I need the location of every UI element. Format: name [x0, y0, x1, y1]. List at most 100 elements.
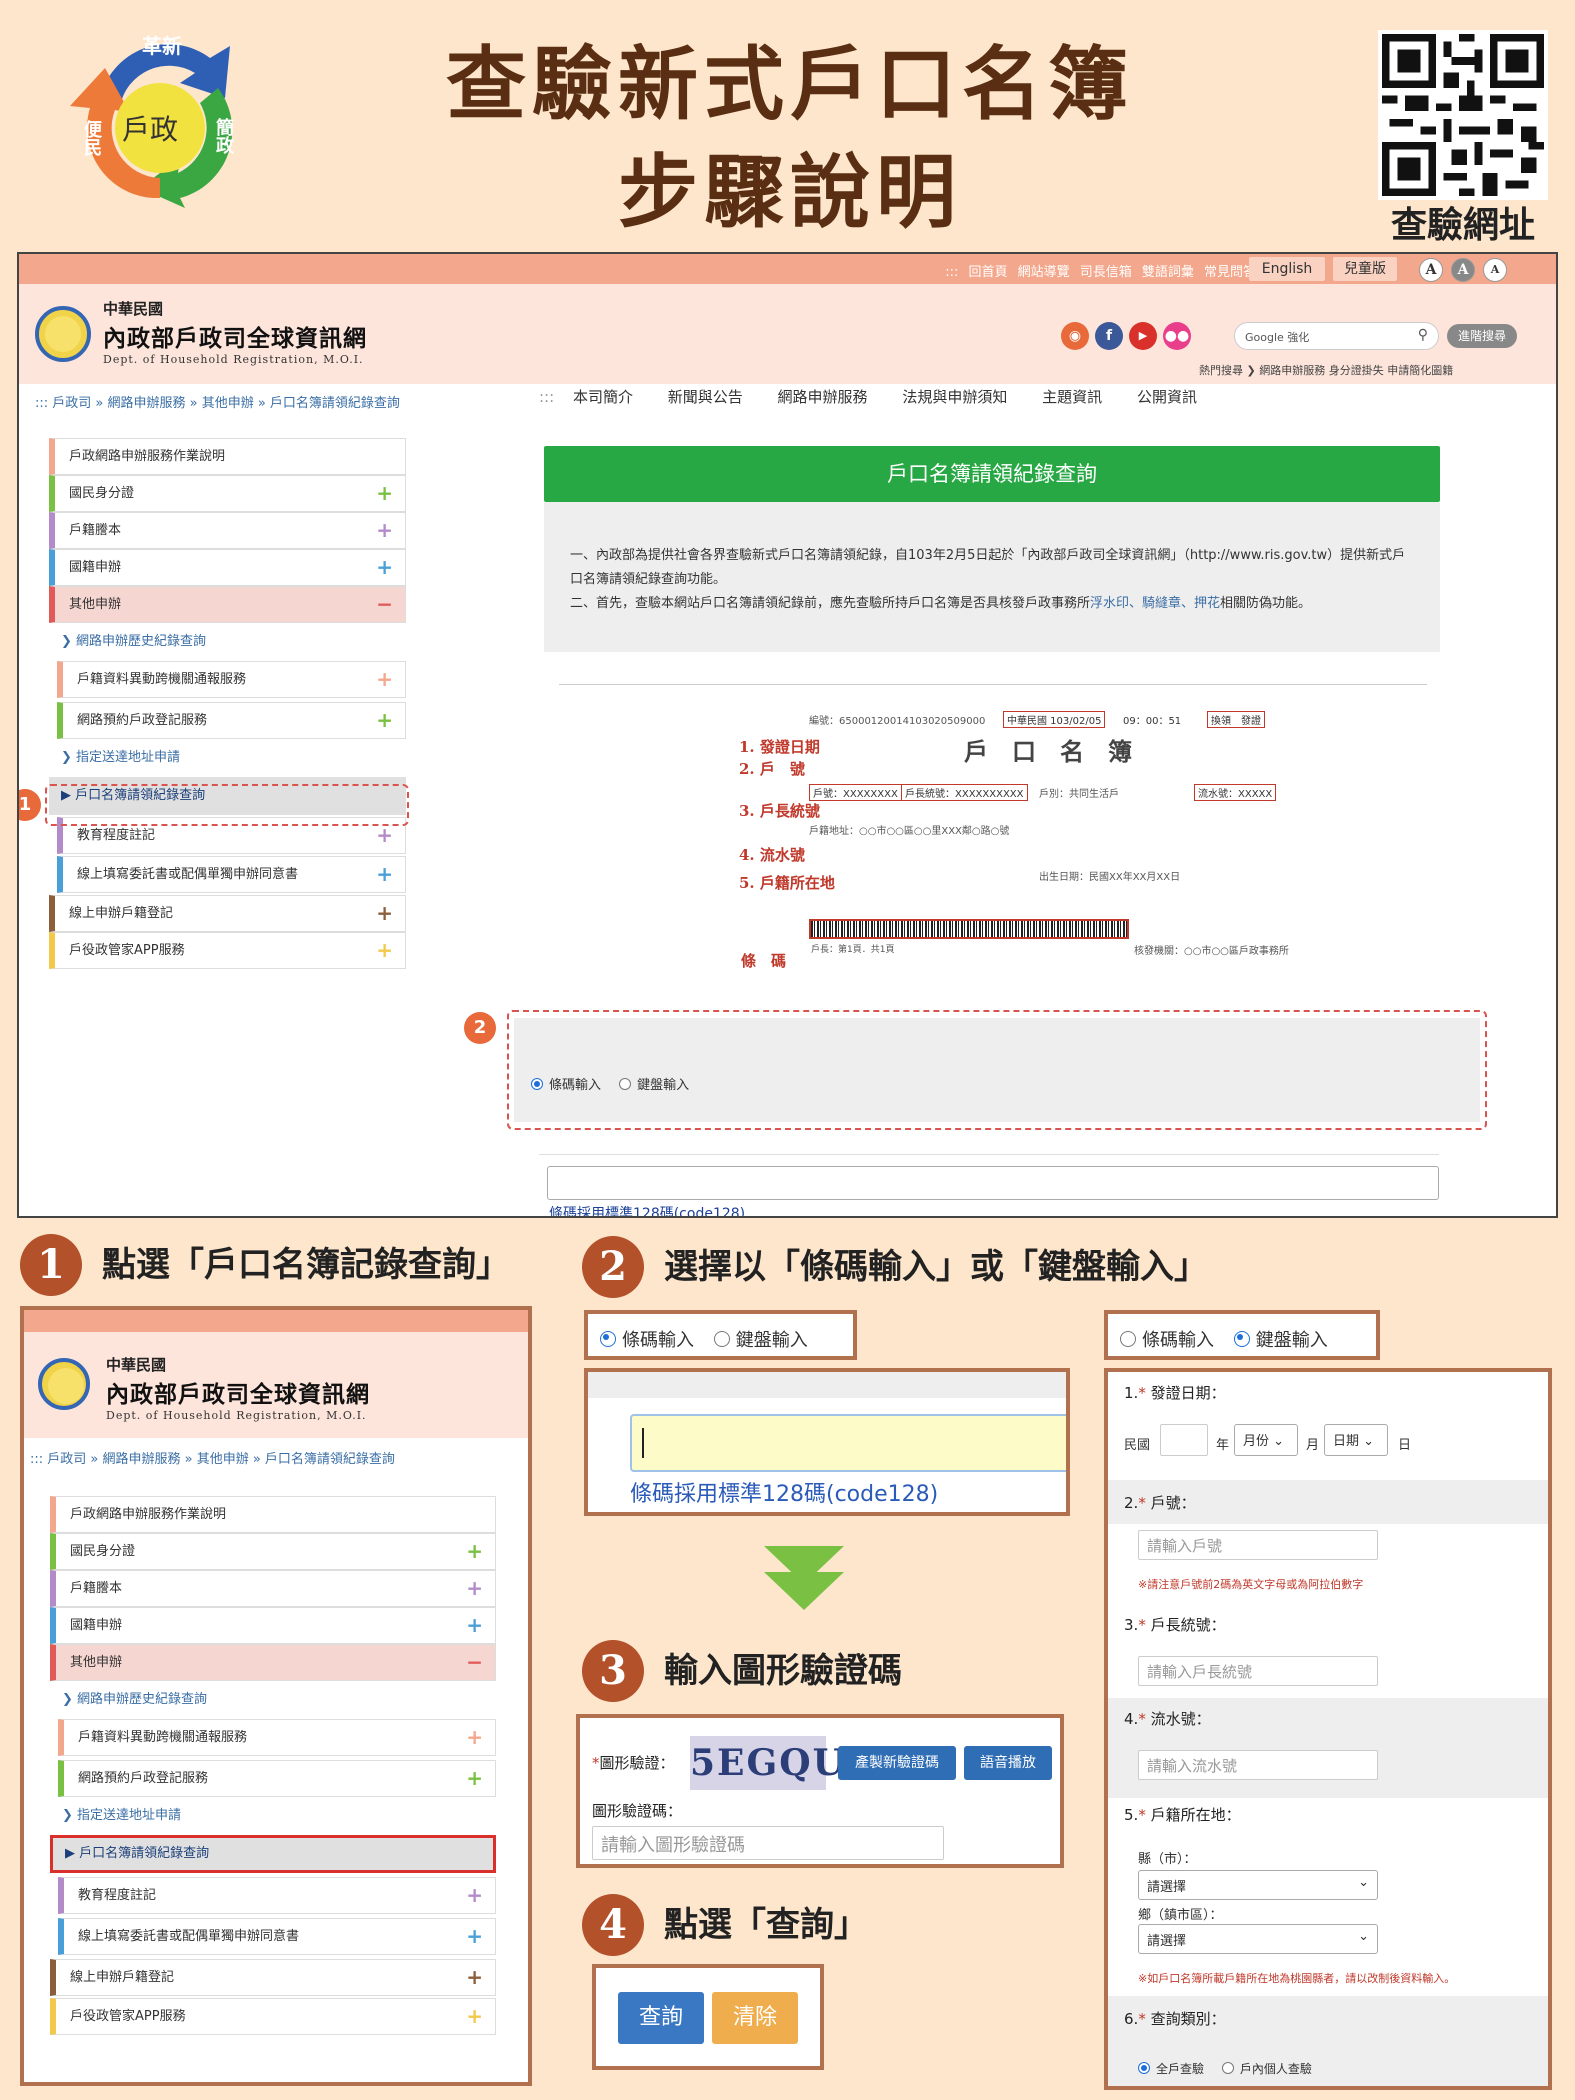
moi-seal-icon — [38, 1358, 90, 1410]
sidebar-item-id-card[interactable]: 國民身分證 + — [50, 1533, 496, 1570]
radio-keyboard-label: 鍵盤輸入 — [735, 1330, 808, 1351]
sidebar-sub-history[interactable]: ❯ 網路申辦歷史紀錄查詢 — [50, 1681, 496, 1719]
plus-icon: + — [466, 1883, 483, 1907]
head-id-input[interactable]: 請輸入戶長統號 — [1138, 1656, 1378, 1686]
audio-captcha-button[interactable]: 語音播放 — [964, 1746, 1052, 1780]
facebook-icon[interactable]: f — [1095, 322, 1123, 350]
font-medium-button[interactable]: A — [1451, 258, 1475, 282]
radio-all-household[interactable] — [1138, 2062, 1150, 2074]
clear-button[interactable]: 清除 — [712, 1992, 798, 2044]
site-name[interactable]: 中華民國 內政部戶政司全球資訊網 Dept. of Household Regi… — [103, 298, 367, 366]
sample-barcode — [809, 919, 1129, 939]
breadcrumb: ::: 戶政司 » 網路申辦服務 » 其他申辦 » 戶口名簿請領紀錄查詢 — [30, 1452, 395, 1467]
sidebar-sub-history[interactable]: ❯ 網路申辦歷史紀錄查詢 — [49, 623, 406, 661]
sidebar-item-online-reg[interactable]: 線上申辦戶籍登記 + — [50, 1959, 496, 1996]
county-label: 縣（市）： — [1138, 1852, 1197, 1867]
taoyuan-note: ※如戶口名簿所載戶籍所在地為桃園縣者，請以改制後資料輸入。 — [1138, 1972, 1456, 1985]
sidebar-item-booking[interactable]: 網路預約戶政登記服務 + — [57, 702, 406, 739]
sidebar-sub-address[interactable]: ❯ 指定送達地址申請 — [50, 1797, 496, 1835]
town-select[interactable]: 請選擇 ⌄ — [1138, 1924, 1378, 1954]
radio-barcode[interactable] — [1120, 1331, 1136, 1347]
minus-icon: − — [466, 1650, 483, 1674]
step-1-number: 1 — [20, 1234, 82, 1296]
sidebar-item-nationality[interactable]: 國籍申辦 + — [49, 549, 406, 586]
sidebar-item-app[interactable]: 戶役政管家APP服務 + — [50, 1998, 496, 2035]
advanced-search-button[interactable]: 進階搜尋 — [1447, 324, 1517, 348]
qr-code[interactable] — [1378, 30, 1548, 200]
refresh-captcha-button[interactable]: 產製新驗證碼 — [838, 1746, 956, 1780]
site-search-input[interactable]: Google 強化 ⚲ — [1234, 322, 1439, 350]
sidebar-item-nationality[interactable]: 國籍申辦 + — [50, 1607, 496, 1644]
county-select[interactable]: 請選擇 ⌄ — [1138, 1870, 1378, 1900]
hot-search[interactable]: 熱門搜尋 ❯ 網路申辦服務 身分證掛失 申請簡化圖籍 — [1199, 362, 1453, 378]
search-icon[interactable]: ⚲ — [1418, 327, 1428, 343]
sidebar-item-education[interactable]: 教育程度註記 + — [58, 1877, 496, 1914]
font-small-button[interactable]: A — [1483, 258, 1507, 282]
radio-keyboard[interactable] — [1233, 1331, 1250, 1347]
step-3-number: 3 — [582, 1640, 644, 1702]
radio-individual[interactable] — [1221, 2062, 1234, 2074]
youtube-icon[interactable]: ▶ — [1129, 322, 1157, 350]
breadcrumb[interactable]: ::: 戶政司 » 網路申辦服務 » 其他申辦 » 戶口名簿請領紀錄查詢 — [35, 392, 400, 411]
chevron-down-icon: ⌄ — [1358, 1929, 1369, 1944]
sidebar-item-transcript[interactable]: 戶籍謄本 + — [49, 512, 406, 549]
captcha-placeholder: 請輸入圖形驗證碼 — [601, 1835, 745, 1856]
topbar-links[interactable]: ::: 回首頁 網站導覽 司長信箱 雙語詞彙 常見問答 — [945, 261, 1256, 280]
nav-item-public[interactable]: 公開資訊 — [1137, 388, 1197, 406]
sidebar-item-transcript[interactable]: 戶籍謄本 + — [50, 1570, 496, 1607]
font-large-button[interactable]: A — [1419, 258, 1443, 282]
radio-keyboard[interactable] — [713, 1331, 730, 1347]
sidebar-item-consent[interactable]: 線上填寫委託書或配偶單獨申辦同意書 + — [58, 1918, 496, 1955]
day-select[interactable]: 日期 ⌄ — [1324, 1424, 1388, 1456]
anti-forgery-link[interactable]: 浮水印、騎縫章、押花 — [1090, 596, 1220, 611]
sidebar-item-notify[interactable]: 戶籍資料異動跨機關通報服務 + — [57, 661, 406, 698]
step-4-number: 4 — [582, 1894, 644, 1956]
year-input[interactable] — [1160, 1424, 1208, 1456]
website-screenshot: ::: 回首頁 網站導覽 司長信箱 雙語詞彙 常見問答 English 兒童版 … — [17, 252, 1558, 1218]
radio-keyboard[interactable] — [619, 1078, 632, 1090]
sidebar-item-label: 國民身分證 — [69, 486, 135, 501]
sample-label-hh: 2. 戶 號 — [739, 760, 805, 778]
plus-icon: + — [466, 1965, 483, 1989]
radio-individual-label: 戶內個人查驗 — [1239, 2062, 1312, 2076]
sidebar-item-booking[interactable]: 網路預約戶政登記服務 + — [58, 1760, 496, 1797]
sidebar-sub-address[interactable]: ❯ 指定送達地址申請 — [49, 739, 406, 777]
sidebar-item-label: 戶籍謄本 — [69, 523, 122, 538]
radio-barcode[interactable] — [531, 1078, 543, 1090]
nav-item-news[interactable]: 新聞與公告 — [668, 388, 743, 406]
moi-seal-icon[interactable] — [35, 306, 91, 362]
field-label-text: 流水號： — [1150, 1710, 1211, 1728]
sidebar-item-id-card[interactable]: 國民身分證 + — [49, 475, 406, 512]
english-button[interactable]: English — [1249, 257, 1325, 281]
sidebar-item-online-reg[interactable]: 線上申辦戶籍登記 + — [49, 895, 406, 932]
captcha-input[interactable]: 請輸入圖形驗證碼 — [592, 1826, 944, 1860]
kids-version-button[interactable]: 兒童版 — [1333, 257, 1397, 281]
site-name-line2: 內政部戶政司全球資訊網 — [106, 1381, 370, 1408]
sidebar-sub-record-query[interactable]: ▶ 戶口名簿請領紀錄查詢 — [50, 1835, 496, 1873]
sidebar-item-app[interactable]: 戶役政管家APP服務 + — [49, 932, 406, 969]
flow-number-input[interactable]: 請輸入流水號 — [1138, 1750, 1378, 1780]
rss-icon[interactable]: ◉ — [1061, 322, 1089, 350]
sidebar-item-guide[interactable]: 戶政網路申辦服務作業說明 — [49, 438, 406, 475]
sidebar-item-notify[interactable]: 戶籍資料異動跨機關通報服務 + — [58, 1719, 496, 1756]
nav-item-about[interactable]: 本司簡介 — [573, 388, 633, 406]
nav-item-online[interactable]: 網路申辦服務 — [778, 388, 868, 406]
nav-item-topics[interactable]: 主題資訊 — [1042, 388, 1102, 406]
sidebar-item-other[interactable]: 其他申辦 − — [49, 586, 406, 623]
barcode-input[interactable] — [547, 1166, 1439, 1200]
sidebar-item-label: 戶政網路申辦服務作業說明 — [69, 449, 226, 464]
sidebar-item-consent[interactable]: 線上填寫委託書或配偶單獨申辦同意書 + — [57, 856, 406, 893]
barcode-input[interactable] — [630, 1414, 1066, 1472]
nav-item-laws[interactable]: 法規與申辦須知 — [902, 388, 1007, 406]
town-label: 鄉（鎮市區）： — [1138, 1908, 1223, 1923]
query-button[interactable]: 查詢 — [618, 1992, 704, 2044]
divider — [539, 1154, 1439, 1155]
sample-date: 中華民國 103/02/05 — [1003, 711, 1106, 728]
sidebar-item-guide[interactable]: 戶政網路申辦服務作業說明 — [50, 1496, 496, 1533]
household-number-input[interactable]: 請輸入戶號 — [1138, 1530, 1378, 1560]
month-select[interactable]: 月份 ⌄ — [1234, 1424, 1298, 1456]
radio-barcode[interactable] — [600, 1331, 616, 1347]
step-1-text: 點選「戶口名簿記錄查詢」 — [102, 1245, 510, 1285]
flickr-icon[interactable]: ●● — [1163, 322, 1191, 350]
sidebar-item-other[interactable]: 其他申辦 − — [50, 1644, 496, 1681]
